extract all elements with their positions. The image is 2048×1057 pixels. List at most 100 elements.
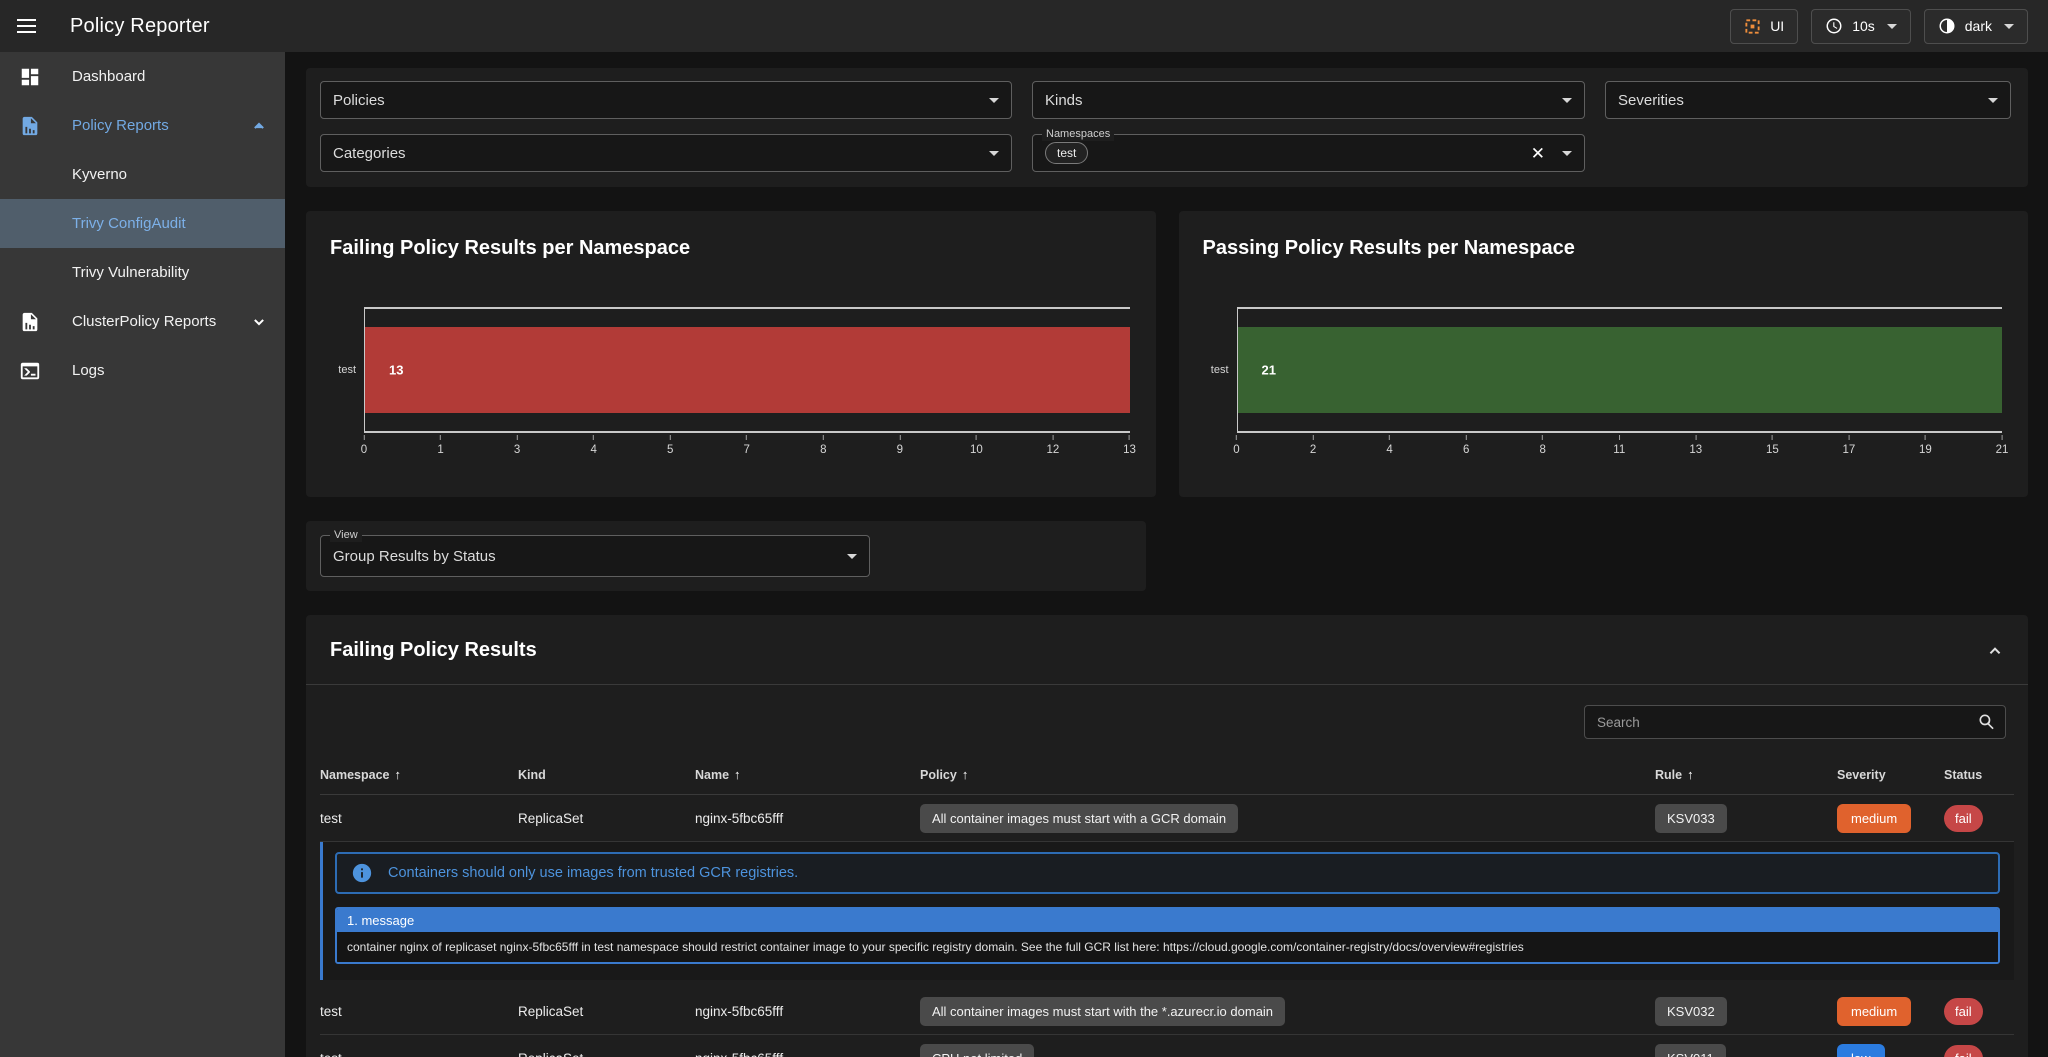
- sidebar-item-trivy-vulnerability[interactable]: Trivy Vulnerability: [0, 248, 285, 297]
- chart-bar: 21: [1238, 327, 2003, 412]
- x-axis-ticks: 02468111315171921: [1237, 435, 2003, 461]
- table-header-row: Namespace↑ Kind Name↑ Policy↑ Rule↑ Seve…: [320, 755, 2014, 795]
- chart-plot-area: test 13: [364, 307, 1130, 433]
- x-tick-label: 10: [970, 435, 983, 456]
- policy-chip[interactable]: All container images must start with the…: [920, 997, 1285, 1026]
- info-icon: [351, 862, 373, 884]
- chart-title: Passing Policy Results per Namespace: [1203, 237, 2005, 260]
- policies-filter-select[interactable]: Policies: [320, 81, 1012, 119]
- x-tick-label: 0: [361, 435, 367, 456]
- x-tick-label: 13: [1123, 435, 1136, 456]
- passing-results-chart: Passing Policy Results per Namespace tes…: [1179, 211, 2029, 497]
- x-tick-label: 9: [897, 435, 903, 456]
- sidebar-item-trivy-configaudit[interactable]: Trivy ConfigAudit: [0, 199, 285, 248]
- policy-description-text: Containers should only use images from t…: [388, 865, 798, 881]
- refresh-interval-select[interactable]: 10s: [1811, 9, 1911, 44]
- chart-bar: 13: [365, 327, 1130, 412]
- search-icon[interactable]: [1977, 712, 1997, 732]
- cell-rule: KSV011: [1655, 1044, 1837, 1057]
- rule-chip[interactable]: KSV011: [1655, 1044, 1726, 1057]
- chart-category-label: test: [1211, 364, 1229, 376]
- cell-namespace: test: [320, 811, 518, 826]
- kinds-filter-select[interactable]: Kinds: [1032, 81, 1585, 119]
- cell-rule: KSV033: [1655, 804, 1837, 833]
- policy-chip[interactable]: All container images must start with a G…: [920, 804, 1238, 833]
- cell-policy: All container images must start with the…: [920, 997, 1655, 1026]
- results-card-title: Failing Policy Results: [330, 639, 537, 662]
- column-header-policy[interactable]: Policy↑: [920, 767, 1655, 782]
- x-tick-label: 4: [590, 435, 596, 456]
- table-row[interactable]: test ReplicaSet nginx-5fbc65fff CPU not …: [320, 1035, 2014, 1057]
- menu-toggle-button[interactable]: [0, 0, 52, 52]
- x-tick-label: 1: [437, 435, 443, 456]
- message-property-value: container nginx of replicaset nginx-5fbc…: [337, 932, 1998, 962]
- table-row[interactable]: test ReplicaSet nginx-5fbc65fff All cont…: [320, 988, 2014, 1035]
- x-tick-label: 11: [1613, 435, 1625, 456]
- x-tick-label: 19: [1919, 435, 1932, 456]
- chevron-up-icon: [1984, 640, 2006, 662]
- ui-frame-icon: [1744, 18, 1761, 35]
- namespaces-filter-select[interactable]: Namespaces test ✕: [1032, 134, 1585, 172]
- chevron-down-icon: [847, 554, 857, 559]
- x-tick-label: 17: [1842, 435, 1855, 456]
- sidebar-item-dashboard[interactable]: Dashboard: [0, 52, 285, 101]
- collapse-card-button[interactable]: [1984, 640, 2006, 662]
- column-header-severity[interactable]: Severity: [1837, 768, 1944, 782]
- view-card: View Group Results by Status: [306, 521, 1146, 591]
- bar-value-label: 13: [389, 362, 403, 377]
- table-body: test ReplicaSet nginx-5fbc65fff All cont…: [320, 795, 2014, 1057]
- x-axis-ticks: 01345789101213: [364, 435, 1130, 461]
- sidebar-item-kyverno[interactable]: Kyverno: [0, 150, 285, 199]
- chevron-down-icon: [1562, 98, 1572, 103]
- theme-icon: [1938, 17, 1956, 35]
- sort-asc-icon: ↑: [1687, 767, 1694, 782]
- column-header-rule[interactable]: Rule↑: [1655, 767, 1837, 782]
- severity-badge: low: [1837, 1044, 1885, 1057]
- severities-filter-select[interactable]: Severities: [1605, 81, 2011, 119]
- policy-chip[interactable]: CPU not limited: [920, 1044, 1034, 1057]
- ui-version-button[interactable]: UI: [1730, 9, 1798, 44]
- status-badge: fail: [1944, 1045, 1983, 1057]
- chart-category-label: test: [338, 364, 356, 376]
- main-content: Policies Kinds Severities Categories: [285, 52, 2048, 1057]
- status-badge: fail: [1944, 998, 1983, 1025]
- column-header-name[interactable]: Name↑: [695, 767, 920, 782]
- policy-description-alert: Containers should only use images from t…: [335, 852, 2000, 894]
- x-tick-label: 6: [1463, 435, 1469, 456]
- cell-kind: ReplicaSet: [518, 1051, 695, 1057]
- cell-policy: CPU not limited: [920, 1044, 1655, 1057]
- table-row[interactable]: test ReplicaSet nginx-5fbc65fff All cont…: [320, 795, 2014, 842]
- severity-badge: medium: [1837, 997, 1911, 1026]
- chevron-down-icon: [249, 312, 269, 332]
- x-tick-label: 2: [1310, 435, 1316, 456]
- namespace-chip[interactable]: test: [1045, 142, 1088, 164]
- column-header-kind[interactable]: Kind: [518, 768, 695, 782]
- x-tick-label: 5: [667, 435, 673, 456]
- chevron-up-icon: [249, 116, 269, 136]
- results-table: Namespace↑ Kind Name↑ Policy↑ Rule↑ Seve…: [306, 755, 2028, 1057]
- console-icon: [18, 360, 42, 382]
- theme-select[interactable]: dark: [1924, 9, 2028, 44]
- cell-status: fail: [1944, 998, 2014, 1025]
- report-icon: [18, 115, 42, 137]
- column-header-status[interactable]: Status: [1944, 768, 2014, 782]
- chevron-down-icon: [989, 151, 999, 156]
- sidebar-item-policy-reports[interactable]: Policy Reports: [0, 101, 285, 150]
- failing-results-card: Failing Policy Results Namespace↑ Kind N…: [306, 615, 2028, 1057]
- x-tick-label: 3: [514, 435, 520, 456]
- charts-row: Failing Policy Results per Namespace tes…: [306, 211, 2028, 497]
- chevron-down-icon: [1988, 98, 1998, 103]
- cell-namespace: test: [320, 1004, 518, 1019]
- cell-namespace: test: [320, 1051, 518, 1057]
- sidebar-item-clusterpolicy-reports[interactable]: ClusterPolicy Reports: [0, 297, 285, 346]
- cell-policy: All container images must start with a G…: [920, 804, 1655, 833]
- column-header-namespace[interactable]: Namespace↑: [320, 767, 518, 782]
- search-input[interactable]: [1584, 705, 2006, 739]
- view-select[interactable]: View Group Results by Status: [320, 535, 870, 577]
- cell-kind: ReplicaSet: [518, 1004, 695, 1019]
- rule-chip[interactable]: KSV033: [1655, 804, 1727, 833]
- clear-filter-icon[interactable]: ✕: [1531, 145, 1545, 162]
- sidebar-item-logs[interactable]: Logs: [0, 346, 285, 395]
- rule-chip[interactable]: KSV032: [1655, 997, 1727, 1026]
- categories-filter-select[interactable]: Categories: [320, 134, 1012, 172]
